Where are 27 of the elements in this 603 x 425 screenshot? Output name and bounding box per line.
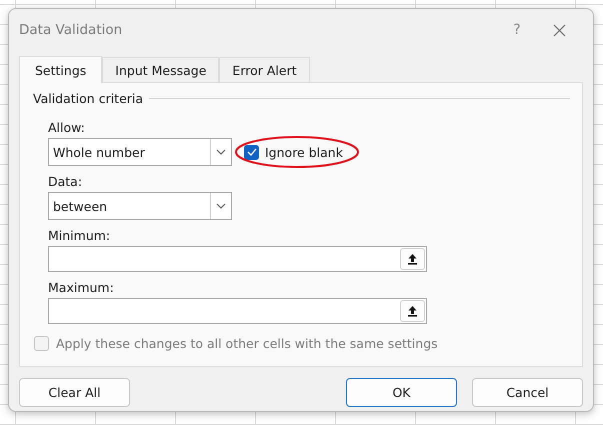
- range-select-button[interactable]: [400, 248, 425, 270]
- checkbox-label: Apply these changes to all other cells with the same settings: [56, 336, 438, 351]
- maximum-field[interactable]: [48, 298, 427, 324]
- chevron-down-icon: [216, 203, 226, 209]
- range-select-button[interactable]: [400, 300, 425, 322]
- group-title: Validation criteria: [33, 91, 144, 106]
- window-title: Data Validation: [19, 22, 124, 38]
- checkbox-label: Ignore blank: [265, 144, 343, 160]
- checkbox[interactable]: [244, 144, 259, 160]
- chevron-down-icon: [216, 149, 226, 155]
- field-label: Allow:: [48, 120, 85, 135]
- tab[interactable]: Settings: [19, 56, 102, 83]
- upload-arrow-icon: [407, 253, 418, 265]
- upload-arrow-icon: [407, 305, 418, 317]
- data-dropdown[interactable]: between: [48, 192, 232, 220]
- tab[interactable]: Input Message: [102, 57, 220, 82]
- checkmark-icon: [246, 148, 256, 156]
- dialog-button[interactable]: Cancel: [472, 378, 583, 407]
- allow-dropdown[interactable]: Whole number: [48, 138, 232, 166]
- dialog-button[interactable]: Clear All: [19, 378, 130, 407]
- close-icon: [552, 24, 566, 36]
- field-label: Minimum:: [48, 228, 110, 243]
- field-label: Data:: [48, 174, 82, 189]
- tab[interactable]: Error Alert: [219, 57, 310, 82]
- ok-button[interactable]: OK: [346, 378, 457, 407]
- minimum-field[interactable]: [48, 246, 427, 272]
- field-label: Maximum:: [48, 280, 114, 295]
